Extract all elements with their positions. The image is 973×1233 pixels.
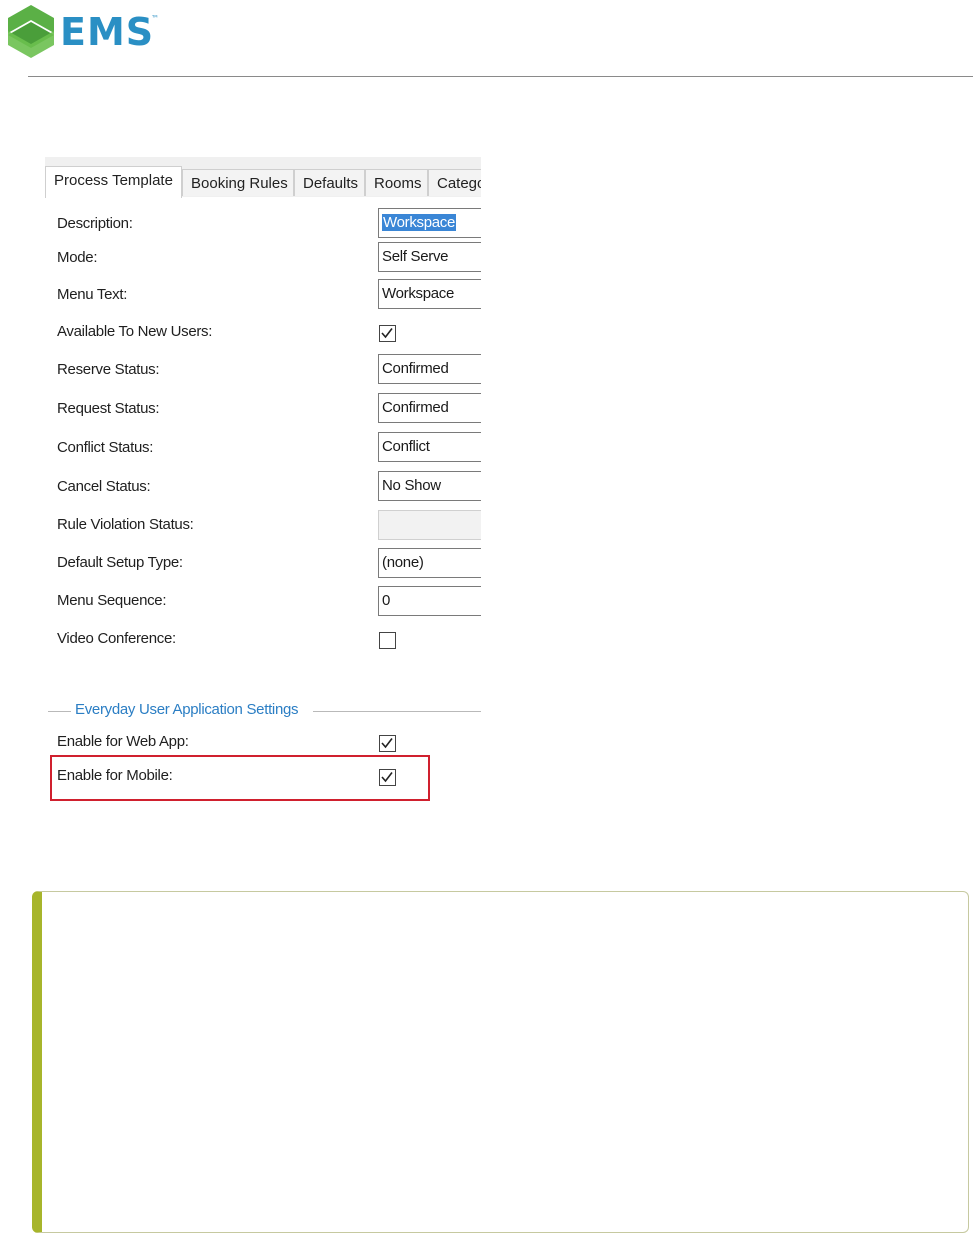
ems-logo-text: EMS ™ xyxy=(60,10,161,54)
group-divider-left xyxy=(48,711,71,712)
conflict-status-select[interactable]: Conflict xyxy=(378,432,481,462)
menu-sequence-label: Menu Sequence: xyxy=(57,592,167,609)
checkmark-icon xyxy=(381,738,393,749)
enable-web-app-checkbox[interactable] xyxy=(379,735,396,752)
mode-label: Mode: xyxy=(57,249,98,266)
mode-select[interactable]: Self Serve xyxy=(378,242,481,272)
available-new-users-checkbox[interactable] xyxy=(379,325,396,342)
menu-text-input[interactable]: Workspace xyxy=(378,279,481,309)
tab-categories[interactable]: Catego xyxy=(428,169,481,196)
available-new-users-label: Available To New Users: xyxy=(57,323,213,340)
note-panel xyxy=(32,891,969,1233)
everyday-user-settings-title: Everyday User Application Settings xyxy=(75,701,299,718)
tab-rooms[interactable]: Rooms xyxy=(365,169,428,196)
request-status-label: Request Status: xyxy=(57,400,160,417)
conflict-status-label: Conflict Status: xyxy=(57,439,154,456)
cancel-status-label: Cancel Status: xyxy=(57,478,151,495)
cancel-status-select[interactable]: No Show xyxy=(378,471,481,501)
tab-strip: Process Template Booking Rules Defaults … xyxy=(45,157,481,198)
reserve-status-select[interactable]: Confirmed xyxy=(378,354,481,384)
video-conference-label: Video Conference: xyxy=(57,630,176,647)
ems-logo: EMS ™ xyxy=(8,4,161,60)
enable-mobile-highlight-box xyxy=(50,755,430,801)
menu-text-label: Menu Text: xyxy=(57,286,128,303)
logo-trademark: ™ xyxy=(151,14,161,23)
tab-booking-rules[interactable]: Booking Rules xyxy=(182,169,294,196)
rule-violation-status-select[interactable] xyxy=(378,510,481,540)
process-template-dialog: Process Template Booking Rules Defaults … xyxy=(45,157,481,817)
header-divider xyxy=(28,76,973,77)
request-status-select[interactable]: Confirmed xyxy=(378,393,481,423)
menu-sequence-input[interactable]: 0 xyxy=(378,586,481,616)
reserve-status-label: Reserve Status: xyxy=(57,361,160,378)
rule-violation-status-label: Rule Violation Status: xyxy=(57,516,194,533)
enable-web-app-label: Enable for Web App: xyxy=(57,733,189,750)
ems-logo-mark-icon xyxy=(8,5,54,58)
description-label: Description: xyxy=(57,215,133,232)
default-setup-type-select[interactable]: (none) xyxy=(378,548,481,578)
video-conference-checkbox[interactable] xyxy=(379,632,396,649)
default-setup-type-label: Default Setup Type: xyxy=(57,554,183,571)
description-value: Workspace xyxy=(382,214,457,231)
description-input[interactable]: Workspace xyxy=(378,208,481,238)
process-template-panel: Description: Workspace Mode: Self Serve … xyxy=(45,197,481,817)
checkmark-icon xyxy=(381,328,393,339)
group-divider-right xyxy=(313,711,481,712)
tab-process-template[interactable]: Process Template xyxy=(45,166,182,198)
tab-defaults[interactable]: Defaults xyxy=(294,169,365,196)
